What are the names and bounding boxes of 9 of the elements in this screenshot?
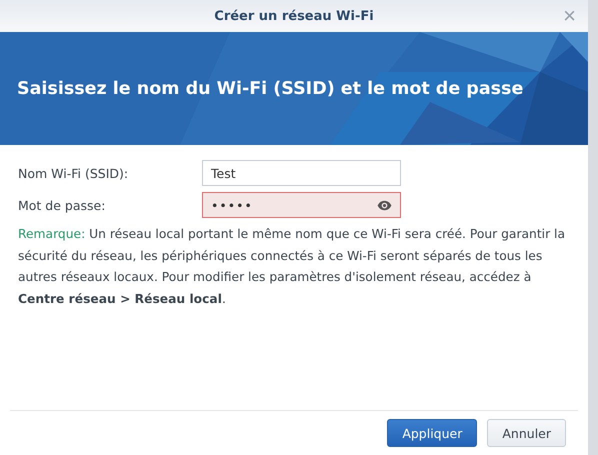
cancel-button[interactable]: Annuler: [487, 419, 566, 447]
window-title: Créer un réseau Wi-Fi: [214, 8, 374, 24]
field-label: Nom Wi-Fi (SSID):: [18, 166, 130, 180]
banner-heading: Saisissez le nom du Wi-Fi (SSID) et le mot de passe: [17, 78, 524, 98]
note-text: Remarque: Un réseau local portant le même nom que ce Wi-Fi sera créé. Pour garantir la sécurité du réseau, les périphériques connectés à ce Wi-Fi seront séparés de tous les autres réseaux locaux. Pour modifier les paramètres d'isolement réseau, accédez à Centre réseau > Réseau local.: [18, 226, 566, 308]
apply-button[interactable]: Appliquer: [387, 419, 478, 447]
text-field[interactable]: Test: [202, 160, 401, 186]
field-label: Mot de passe:: [18, 198, 106, 212]
password-field[interactable]: •••••: [202, 192, 401, 218]
